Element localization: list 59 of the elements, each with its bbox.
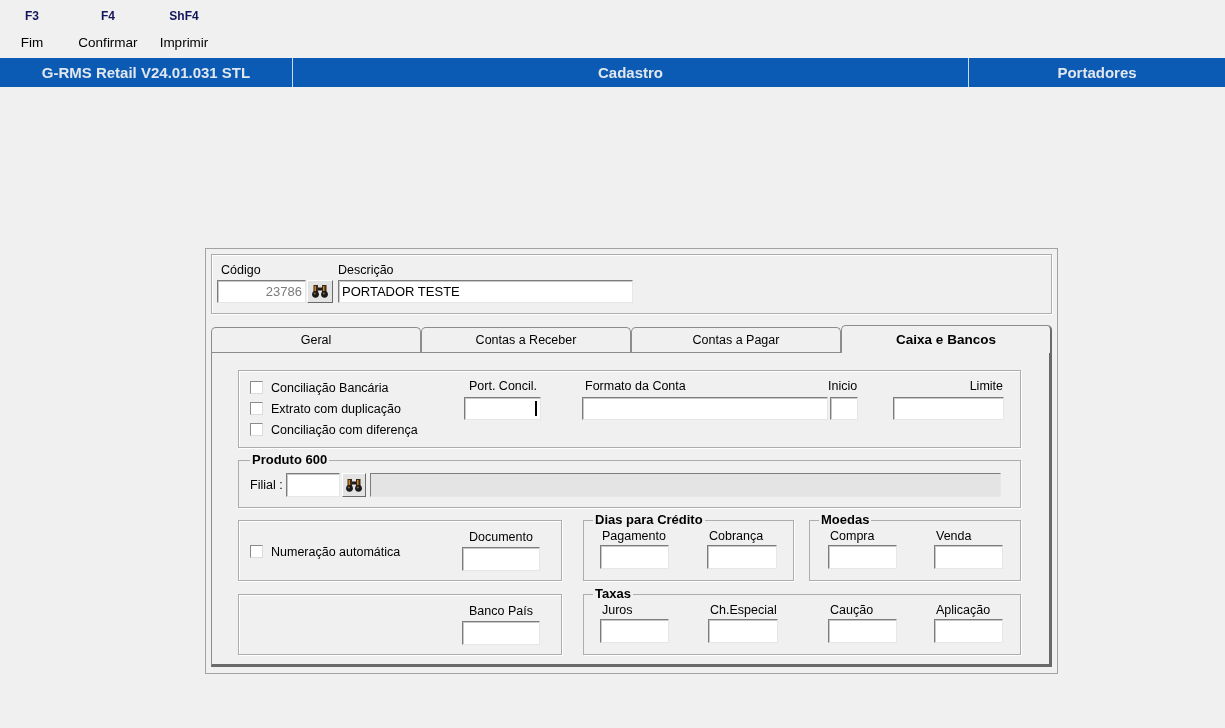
group-title: Produto 600 — [251, 453, 329, 467]
field-label: Pagamento — [601, 529, 667, 544]
field-label: Formato da Conta — [584, 379, 687, 394]
group-title: Taxas — [594, 587, 632, 601]
search-button[interactable] — [341, 473, 366, 497]
field-label: Filial : — [250, 478, 283, 492]
text-field[interactable] — [708, 619, 778, 643]
field-label: Descrição — [338, 263, 394, 278]
screen-title: Portadores — [1057, 64, 1137, 81]
checkbox-label: Conciliação com diferença — [271, 422, 418, 437]
field-label: Caução — [829, 603, 875, 618]
text-field[interactable] — [828, 545, 897, 569]
text-field[interactable] — [828, 619, 897, 643]
checkbox-label: Conciliação Bancária — [271, 380, 389, 395]
text-field[interactable] — [582, 397, 828, 420]
text-field[interactable] — [600, 619, 669, 643]
field-label: Juros — [601, 603, 634, 618]
text-field[interactable]: PORTADOR TESTE — [338, 280, 633, 303]
field-label: Ch.Especial — [709, 603, 778, 618]
checkbox[interactable] — [250, 402, 263, 415]
search-button[interactable] — [307, 280, 333, 303]
checkbox[interactable] — [250, 381, 263, 394]
checkbox-label: Extrato com duplicação — [271, 401, 401, 416]
toolbar-button[interactable]: F3 Fim — [0, 9, 64, 58]
field-label: Banco País — [468, 604, 534, 619]
field-label: Limite — [968, 379, 1004, 394]
text-field[interactable] — [462, 547, 540, 571]
module-title: Cadastro — [598, 64, 663, 81]
field-label: Aplicação — [935, 603, 992, 618]
field-label: Inicio — [828, 379, 859, 394]
field-label: Cobrança — [708, 529, 765, 544]
checkbox[interactable] — [250, 423, 263, 436]
checkbox[interactable] — [250, 545, 263, 558]
text-field[interactable] — [707, 545, 777, 569]
tab[interactable]: Geral — [211, 327, 421, 352]
field-label: Venda — [935, 529, 973, 544]
tab[interactable]: Contas a Pagar — [631, 327, 841, 352]
text-field[interactable] — [285, 473, 340, 497]
toolbar-button[interactable]: F4 Confirmar — [76, 9, 140, 58]
text-field[interactable] — [893, 397, 1004, 420]
text-field[interactable] — [934, 619, 1003, 643]
group-title: Dias para Crédito — [594, 513, 704, 527]
binoculars-icon — [345, 478, 362, 492]
checkbox-label: Numeração automática — [271, 544, 401, 559]
text-field[interactable] — [462, 621, 540, 645]
field-label: Documento — [468, 530, 534, 545]
toolbar-button[interactable]: ShF4 Imprimir — [152, 9, 216, 58]
app-version-title: G-RMS Retail V24.01.031 STL — [41, 64, 251, 81]
text-field[interactable] — [600, 545, 669, 569]
group-title: Moedas — [820, 513, 871, 527]
binoculars-icon — [312, 285, 328, 298]
tab[interactable]: Caixa e Bancos — [841, 325, 1052, 353]
field-label: Código — [220, 263, 261, 278]
text-field[interactable] — [464, 397, 541, 420]
field-label: Compra — [829, 529, 876, 544]
text-field[interactable] — [934, 545, 1003, 569]
tab[interactable]: Contas a Receber — [421, 327, 631, 352]
field-label: Port. Concil. — [468, 379, 539, 394]
text-field[interactable] — [830, 397, 858, 420]
